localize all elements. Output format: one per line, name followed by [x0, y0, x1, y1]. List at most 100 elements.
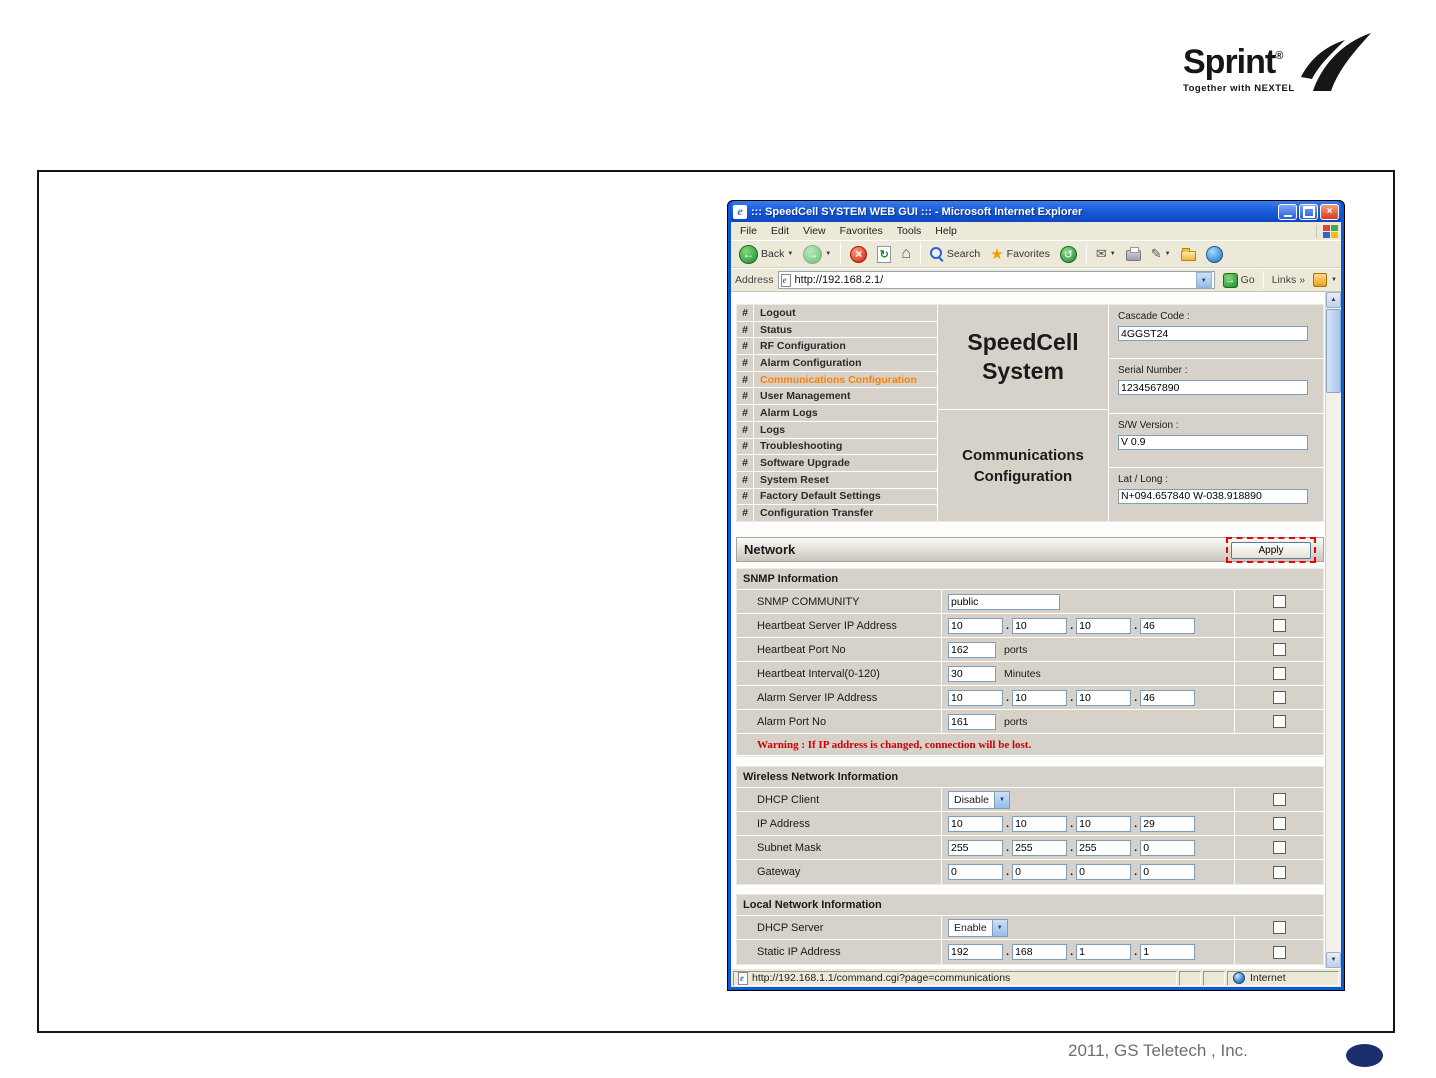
refresh-button[interactable]: ↻ — [873, 242, 895, 266]
search-button[interactable]: Search — [926, 242, 984, 266]
input-alarm-server-ip-address-octet-3[interactable] — [1076, 689, 1132, 706]
dropdown-dhcp-server[interactable]: Enable ▼ — [948, 918, 1008, 937]
input-ip-address-octet-4[interactable] — [1140, 815, 1196, 832]
nav-item-troubleshooting[interactable]: # Troubleshooting — [737, 438, 937, 456]
nav-item-user-management[interactable]: # User Management — [737, 388, 937, 406]
input-heartbeat-server-ip-address-octet-1[interactable] — [948, 617, 1003, 634]
input-ip-address-octet-1[interactable] — [948, 815, 1003, 832]
input-heartbeat-port-no[interactable] — [948, 641, 996, 658]
checkbox-snmp-community[interactable] — [1272, 595, 1286, 608]
sprint-tagline: Together with NEXTEL — [1183, 83, 1295, 94]
folder-button[interactable] — [1177, 242, 1200, 266]
input-subnet-mask-octet-2[interactable] — [1012, 839, 1068, 856]
input-subnet-mask-octet-1[interactable] — [948, 839, 1003, 856]
nav-item-rf-configuration[interactable]: # RF Configuration — [737, 338, 937, 356]
checkbox-dhcp-server[interactable] — [1272, 921, 1286, 934]
nav-item-logout[interactable]: # Logout — [737, 305, 937, 322]
address-input[interactable]: http://192.168.2.1/ ▼ — [777, 271, 1215, 289]
checkbox-subnet-mask[interactable] — [1272, 841, 1286, 854]
info-field-cascade-code: Cascade Code : — [1109, 305, 1323, 360]
checkbox-alarm-port-no[interactable] — [1272, 715, 1286, 728]
forward-icon: → — [803, 244, 823, 264]
plugin-icon[interactable] — [1313, 273, 1328, 287]
checkbox-gateway[interactable] — [1272, 865, 1286, 879]
input-static-ip-address-octet-4[interactable] — [1140, 944, 1196, 960]
input-gateway-octet-3[interactable] — [1076, 864, 1132, 880]
messenger-button[interactable] — [1202, 242, 1227, 266]
info-input-s-w-version[interactable] — [1118, 434, 1308, 450]
checkbox-ip-address[interactable] — [1272, 817, 1286, 830]
input-alarm-server-ip-address-octet-4[interactable] — [1140, 689, 1196, 706]
forward-button[interactable]: → ▼ — [799, 242, 835, 266]
scroll-up-icon[interactable]: ▲ — [1326, 292, 1341, 308]
input-alarm-server-ip-address-octet-2[interactable] — [1012, 689, 1068, 706]
input-subnet-mask-octet-4[interactable] — [1140, 839, 1196, 856]
page-favicon — [780, 273, 791, 287]
apply-button[interactable]: Apply — [1231, 541, 1311, 559]
home-button[interactable]: ⌂ — [897, 242, 915, 266]
minimize-button[interactable] — [1278, 203, 1297, 220]
input-gateway-octet-2[interactable] — [1012, 864, 1068, 880]
checkbox-heartbeat-server-ip-address[interactable] — [1272, 619, 1286, 632]
input-static-ip-address-octet-3[interactable] — [1076, 944, 1132, 960]
print-button[interactable] — [1122, 242, 1145, 266]
dropdown-dhcp-client[interactable]: Disable ▼ — [948, 790, 1011, 809]
menu-item-file[interactable]: File — [733, 225, 764, 237]
menu-item-help[interactable]: Help — [928, 225, 964, 237]
input-alarm-server-ip-address-octet-1[interactable] — [948, 689, 1003, 706]
checkbox-alarm-server-ip-address[interactable] — [1272, 691, 1286, 704]
checkbox-static-ip-address[interactable] — [1272, 945, 1286, 959]
scroll-down-icon[interactable]: ▼ — [1326, 952, 1341, 968]
edit-button[interactable]: ✎ ▼ — [1147, 242, 1175, 266]
nav-item-alarm-configuration[interactable]: # Alarm Configuration — [737, 355, 937, 372]
maximize-button[interactable] — [1299, 203, 1318, 220]
input-static-ip-address-octet-1[interactable] — [948, 944, 1003, 960]
vertical-scrollbar[interactable]: ▲ ▼ — [1325, 292, 1341, 968]
go-button[interactable]: → Go — [1219, 270, 1259, 290]
menu-item-tools[interactable]: Tools — [890, 225, 929, 237]
input-ip-address-octet-2[interactable] — [1012, 815, 1068, 832]
checkbox-dhcp-client[interactable] — [1272, 793, 1286, 806]
row-check-cell — [1235, 940, 1323, 964]
info-input-serial-number[interactable] — [1118, 380, 1308, 396]
menu-item-edit[interactable]: Edit — [764, 225, 796, 237]
form-row-static-ip-address: Static IP Address... — [737, 940, 1323, 964]
input-heartbeat-server-ip-address-octet-4[interactable] — [1140, 617, 1196, 634]
input-gateway-octet-1[interactable] — [948, 864, 1003, 880]
checkbox-heartbeat-port-no[interactable] — [1272, 643, 1286, 656]
nav-item-logs[interactable]: # Logs — [737, 421, 937, 439]
nav-item-factory-default-settings[interactable]: # Factory Default Settings — [737, 488, 937, 506]
back-button[interactable]: ← Back ▼ — [735, 242, 797, 266]
nav-item-software-upgrade[interactable]: # Software Upgrade — [737, 455, 937, 472]
close-button[interactable]: × — [1320, 203, 1339, 220]
nav-item-status[interactable]: # Status — [737, 321, 937, 339]
links-button[interactable]: Links » — [1268, 274, 1309, 286]
nav-menu: # Logout # Status # RF Configuration # Alarm Co… — [737, 305, 937, 521]
checkbox-heartbeat-interval-0-120[interactable] — [1272, 667, 1286, 680]
nav-item-configuration-transfer[interactable]: # Configuration Transfer — [737, 505, 937, 521]
input-alarm-port-no[interactable] — [948, 713, 996, 730]
address-dropdown-icon[interactable]: ▼ — [1195, 272, 1212, 288]
input-subnet-mask-octet-3[interactable] — [1076, 839, 1132, 856]
nav-item-system-reset[interactable]: # System Reset — [737, 471, 937, 489]
nav-item-communications-configuration[interactable]: # Communications Configuration — [737, 371, 937, 389]
input-static-ip-address-octet-2[interactable] — [1012, 944, 1068, 960]
stop-button[interactable]: × — [846, 242, 871, 266]
scrollbar-thumb[interactable] — [1326, 309, 1341, 393]
input-heartbeat-server-ip-address-octet-3[interactable] — [1076, 617, 1132, 634]
nav-item-alarm-logs[interactable]: # Alarm Logs — [737, 405, 937, 422]
input-heartbeat-server-ip-address-octet-2[interactable] — [1012, 617, 1068, 634]
favorites-button[interactable]: ★ Favorites — [986, 242, 1054, 266]
input-gateway-octet-4[interactable] — [1140, 864, 1196, 880]
menu-item-view[interactable]: View — [796, 225, 833, 237]
mail-button[interactable]: ✉ ▼ — [1092, 242, 1120, 266]
go-icon: → — [1222, 272, 1238, 288]
input-ip-address-octet-3[interactable] — [1076, 815, 1132, 832]
history-button[interactable]: ↺ — [1056, 242, 1081, 266]
menu-item-favorites[interactable]: Favorites — [833, 225, 890, 237]
info-input-lat-long[interactable] — [1118, 488, 1308, 504]
input-snmp-community[interactable] — [948, 593, 1060, 610]
web-app: # Logout # Status # RF Configuration # Alarm Co… — [731, 292, 1325, 968]
input-heartbeat-interval-0-120[interactable] — [948, 665, 996, 682]
info-input-cascade-code[interactable] — [1118, 326, 1308, 341]
